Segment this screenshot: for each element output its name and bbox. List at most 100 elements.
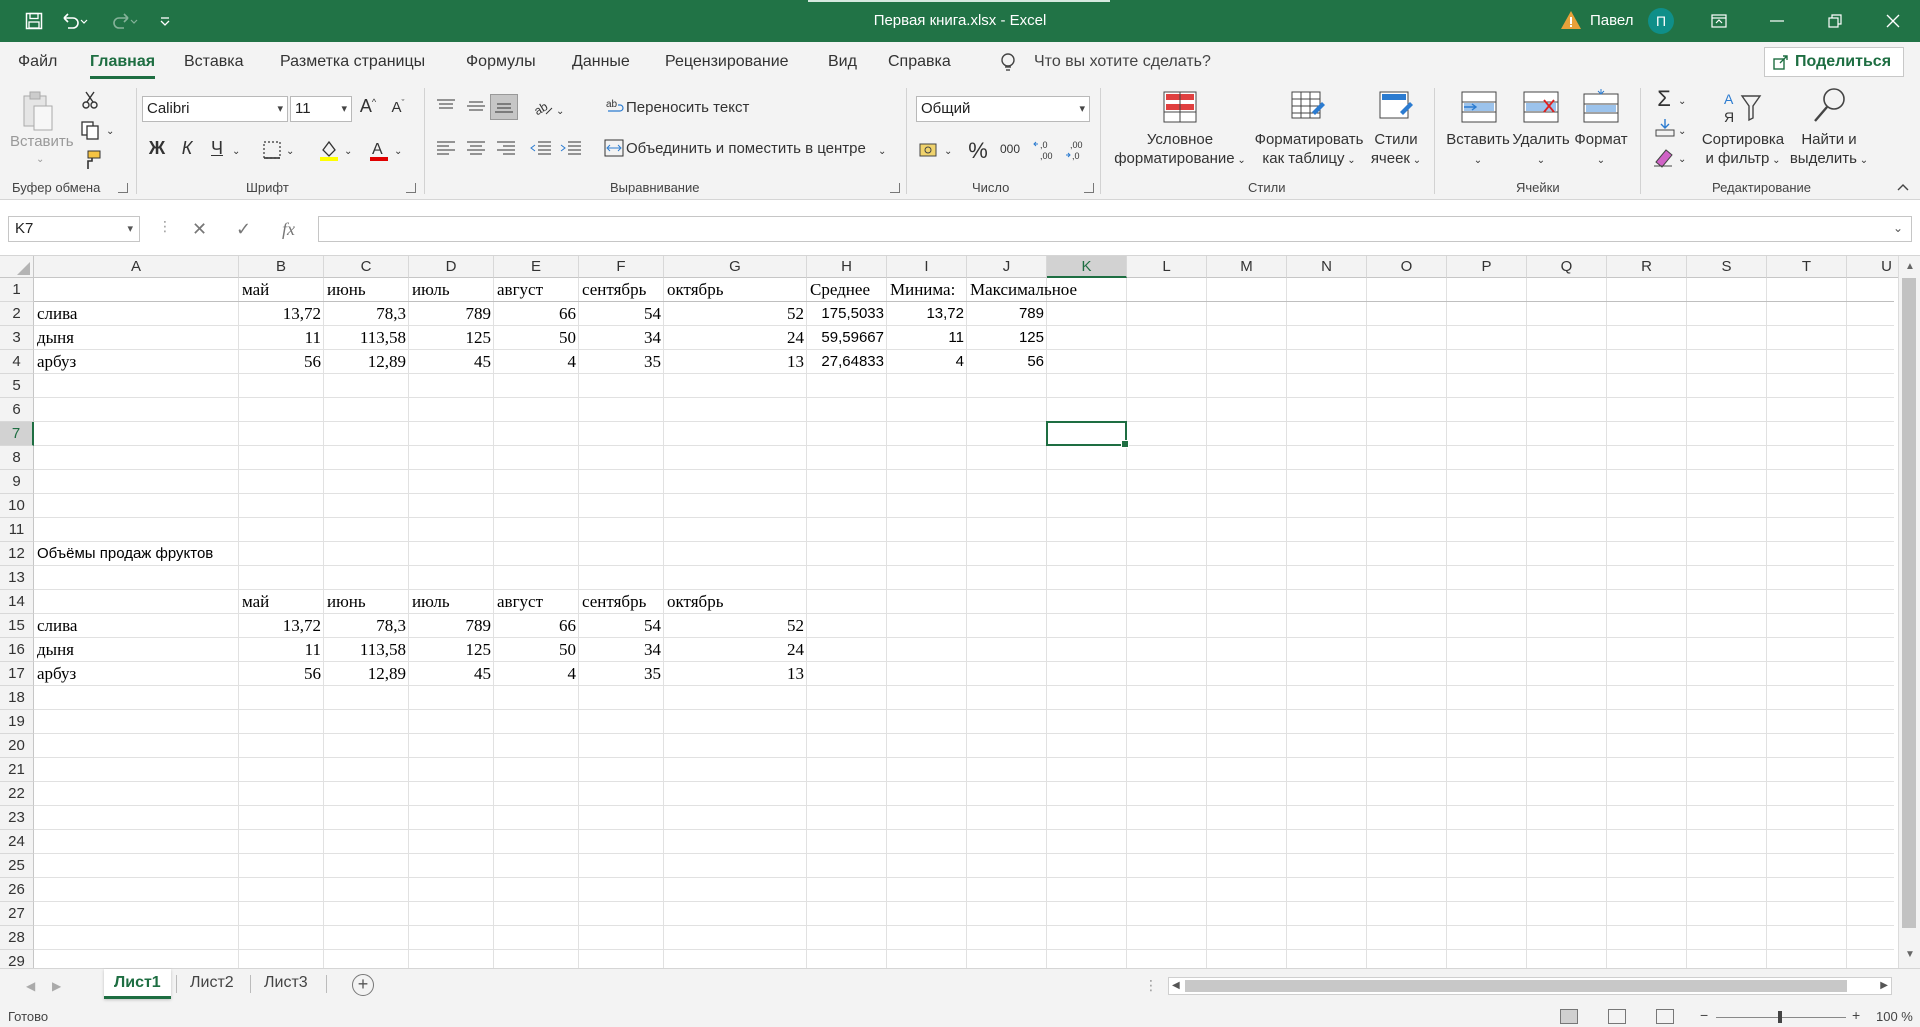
insert-cells-button[interactable]: Вставить ⌄ (1440, 130, 1516, 170)
cell-b4[interactable]: 56 (239, 350, 324, 374)
row-header-14[interactable]: 14 (0, 590, 34, 614)
collapse-ribbon-icon[interactable] (1896, 182, 1910, 192)
row-header-21[interactable]: 21 (0, 758, 34, 782)
cell-styles-button[interactable]: Стили ячеек ⌄ (1366, 130, 1426, 170)
cell-d1[interactable]: июль (409, 278, 453, 302)
row-header-27[interactable]: 27 (0, 902, 34, 926)
cell-b3[interactable]: 11 (239, 326, 324, 350)
column-header-n[interactable]: N (1287, 256, 1367, 278)
increase-indent-icon[interactable] (560, 140, 582, 156)
scroll-up-icon[interactable]: ▲ (1899, 258, 1920, 276)
row-header-9[interactable]: 9 (0, 470, 34, 494)
user-name[interactable]: Павел (1590, 0, 1634, 42)
next-sheet-icon[interactable]: ▶ (52, 979, 61, 993)
italic-button[interactable]: К (176, 138, 198, 159)
cell-h4[interactable]: 27,64833 (807, 350, 887, 374)
increase-decimal-icon[interactable]: ,0,00 (1032, 138, 1056, 162)
align-right-icon[interactable] (496, 140, 516, 156)
cell-a16[interactable]: дыня (34, 638, 77, 662)
cell-c4[interactable]: 12,89 (324, 350, 409, 374)
sort-filter-button[interactable]: Сортировка и фильтр ⌄ (1696, 130, 1790, 170)
borders-dropdown-icon[interactable]: ⌄ (286, 142, 294, 161)
minimize-icon[interactable] (1748, 0, 1806, 42)
column-header-m[interactable]: M (1207, 256, 1287, 278)
copy-dropdown-icon[interactable]: ⌄ (106, 122, 114, 141)
row-header-23[interactable]: 23 (0, 806, 34, 830)
column-header-g[interactable]: G (664, 256, 807, 278)
column-header-s[interactable]: S (1687, 256, 1767, 278)
sheet-tab-2[interactable]: Лист2 (180, 969, 244, 999)
tab-view[interactable]: Вид (828, 42, 857, 82)
cell-f3[interactable]: 34 (579, 326, 664, 350)
cell-c1[interactable]: июнь (324, 278, 369, 302)
increase-font-icon[interactable]: A^ (356, 96, 380, 117)
orientation-icon[interactable]: ab (532, 96, 556, 118)
cell-c17[interactable]: 12,89 (324, 662, 409, 686)
row-header-13[interactable]: 13 (0, 566, 34, 590)
fill-icon[interactable] (1654, 118, 1676, 138)
user-avatar[interactable]: П (1648, 8, 1674, 34)
cell-d2[interactable]: 789 (409, 302, 494, 326)
font-color-icon[interactable]: A (368, 138, 390, 162)
horizontal-scroll-thumb[interactable] (1185, 980, 1847, 992)
conditional-formatting-icon[interactable] (1162, 90, 1198, 124)
format-cells-button[interactable]: Формат ⌄ (1572, 130, 1630, 170)
cell-a17[interactable]: арбуз (34, 662, 79, 686)
format-cells-icon[interactable] (1582, 88, 1620, 124)
cell-g14[interactable]: октябрь (664, 590, 726, 614)
row-header-28[interactable]: 28 (0, 926, 34, 950)
decrease-decimal-icon[interactable]: ,00,0 (1064, 138, 1088, 162)
cell-h1[interactable]: Среднее (807, 278, 873, 302)
enter-icon[interactable]: ✓ (236, 216, 251, 242)
sort-filter-icon[interactable]: АЯ (1722, 88, 1762, 126)
cell-c2[interactable]: 78,3 (324, 302, 409, 326)
decrease-indent-icon[interactable] (530, 140, 552, 156)
row-header-6[interactable]: 6 (0, 398, 34, 422)
fill-dropdown-icon[interactable]: ⌄ (1678, 122, 1686, 141)
orientation-dropdown-icon[interactable]: ⌄ (556, 102, 564, 121)
find-select-button[interactable]: Найти и выделить ⌄ (1786, 130, 1872, 170)
restore-icon[interactable] (1806, 0, 1864, 42)
cell-e17[interactable]: 4 (494, 662, 579, 686)
cell-a2[interactable]: слива (34, 302, 80, 326)
cell-f1[interactable]: сентябрь (579, 278, 649, 302)
tab-data[interactable]: Данные (572, 42, 630, 82)
cell-j2[interactable]: 789 (967, 302, 1047, 326)
fill-color-icon[interactable] (318, 138, 340, 162)
clear-dropdown-icon[interactable]: ⌄ (1678, 150, 1686, 169)
cell-a4[interactable]: арбуз (34, 350, 79, 374)
merge-dropdown-icon[interactable]: ⌄ (878, 142, 886, 161)
row-header-18[interactable]: 18 (0, 686, 34, 710)
zoom-slider-knob[interactable] (1778, 1011, 1782, 1023)
close-icon[interactable] (1864, 0, 1920, 42)
scroll-down-icon[interactable]: ▼ (1899, 946, 1920, 964)
cell-d17[interactable]: 45 (409, 662, 494, 686)
cell-e15[interactable]: 66 (494, 614, 579, 638)
cell-d14[interactable]: июль (409, 590, 453, 614)
horizontal-scrollbar[interactable]: ◀ ▶ (1168, 977, 1892, 995)
column-header-a[interactable]: A (34, 256, 239, 278)
clipboard-launcher-icon[interactable] (118, 183, 128, 193)
cell-i3[interactable]: 11 (887, 326, 967, 350)
cell-j3[interactable]: 125 (967, 326, 1047, 350)
cell-a3[interactable]: дыня (34, 326, 77, 350)
cell-i4[interactable]: 4 (887, 350, 967, 374)
column-header-j[interactable]: J (967, 256, 1047, 278)
paste-icon[interactable] (20, 90, 54, 132)
cell-e14[interactable]: август (494, 590, 546, 614)
tab-split-handle-icon[interactable]: ⋮ (1144, 977, 1158, 994)
cancel-icon[interactable]: ✕ (192, 216, 207, 242)
cell-h3[interactable]: 59,59667 (807, 326, 887, 350)
cell-e4[interactable]: 4 (494, 350, 579, 374)
format-as-table-icon[interactable] (1290, 90, 1326, 124)
delete-cells-icon[interactable] (1522, 90, 1560, 124)
tab-help[interactable]: Справка (888, 42, 951, 82)
decrease-font-icon[interactable]: Aˇ (386, 98, 410, 116)
row-header-26[interactable]: 26 (0, 878, 34, 902)
delete-cells-button[interactable]: Удалить ⌄ (1510, 130, 1572, 170)
tab-home[interactable]: Главная (90, 42, 156, 82)
accounting-dropdown-icon[interactable]: ⌄ (944, 142, 952, 161)
cell-c15[interactable]: 78,3 (324, 614, 409, 638)
column-header-h[interactable]: H (807, 256, 887, 278)
formula-input[interactable]: ⌄ (318, 216, 1912, 242)
